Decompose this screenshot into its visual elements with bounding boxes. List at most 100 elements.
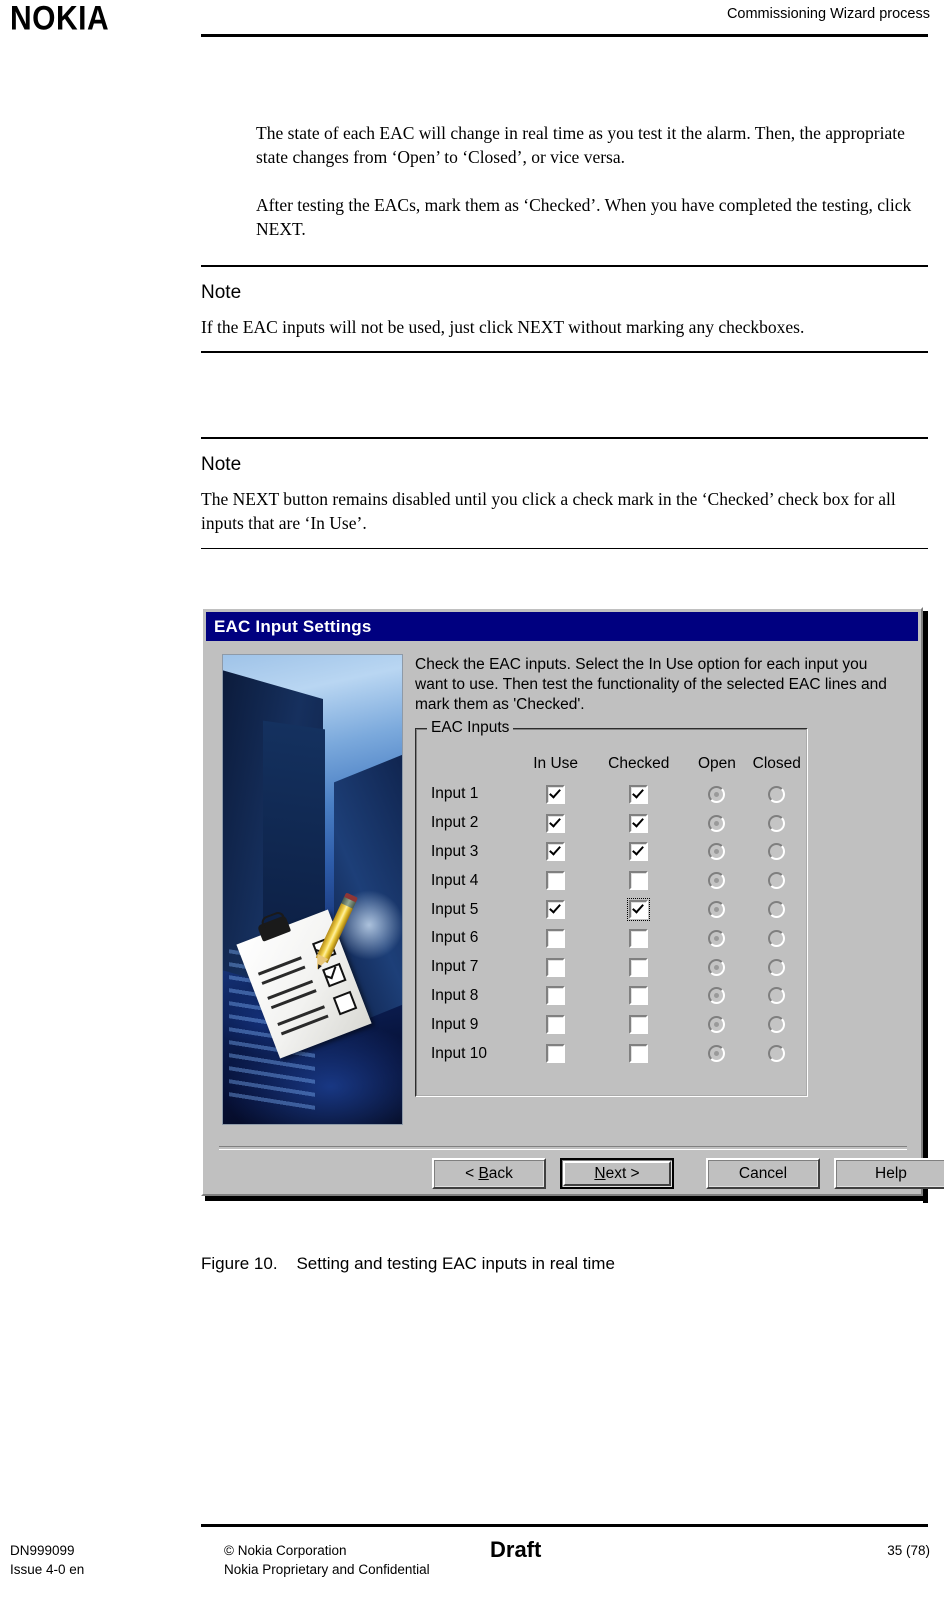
checked-checkbox-focus-ring [627, 927, 650, 950]
checked-checkbox-focus-ring [627, 869, 650, 892]
in-use-cell [520, 1015, 591, 1035]
page-footer: DN999099 Issue 4-0 en © Nokia Corporatio… [0, 1524, 944, 1597]
checked-checkbox[interactable] [629, 1044, 649, 1064]
checked-checkbox[interactable] [629, 986, 649, 1006]
checked-checkbox[interactable] [629, 842, 649, 862]
checked-checkbox[interactable] [629, 957, 649, 977]
checked-checkbox[interactable] [629, 928, 649, 948]
next-button-label: Next > [594, 1164, 640, 1182]
in-use-cell [520, 871, 591, 891]
closed-radio[interactable] [768, 872, 786, 890]
in-use-checkbox[interactable] [546, 928, 566, 948]
next-button[interactable]: Next > [560, 1158, 674, 1189]
closed-cell [748, 814, 806, 832]
open-radio[interactable] [708, 1044, 726, 1062]
in-use-checkbox[interactable] [546, 957, 566, 977]
closed-radio[interactable] [768, 1016, 786, 1034]
dialog-button-bar: < Back Next > Cancel Help [432, 1158, 944, 1189]
footer-doc-number: DN999099 [10, 1543, 75, 1558]
closed-radio[interactable] [768, 843, 786, 861]
note-block-2: Note The NEXT button remains disabled un… [201, 437, 928, 549]
header-divider [201, 34, 928, 37]
figure-caption-text: Setting and testing EAC inputs in real t… [296, 1254, 615, 1273]
dialog-titlebar: EAC Input Settings [206, 612, 918, 641]
eac-input-row: Input 3 [417, 838, 806, 867]
in-use-checkbox[interactable] [546, 871, 566, 891]
eac-input-label: Input 6 [431, 929, 479, 947]
checked-checkbox[interactable] [629, 871, 649, 891]
figure-screenshot: EAC Input Settings Check the EAC inputs.… [201, 607, 944, 1203]
eac-input-row: Input 6 [417, 924, 806, 953]
next-button-inner: Next > [563, 1161, 671, 1186]
checked-checkbox[interactable] [629, 813, 649, 833]
footer-status: Draft [490, 1537, 542, 1562]
open-radio[interactable] [708, 843, 726, 861]
open-radio[interactable] [708, 987, 726, 1005]
open-radio[interactable] [708, 814, 726, 832]
closed-radio[interactable] [768, 987, 786, 1005]
in-use-checkbox[interactable] [546, 784, 566, 804]
in-use-checkbox[interactable] [546, 813, 566, 833]
help-button-label: Help [875, 1164, 907, 1182]
footer-copyright: © Nokia Corporation [224, 1543, 347, 1558]
closed-radio[interactable] [768, 1044, 786, 1062]
checked-checkbox-focus-ring [627, 783, 650, 806]
intro-paragraph-2: After testing the EACs, mark them as ‘Ch… [256, 194, 912, 240]
checked-checkbox-focus-ring [627, 956, 650, 979]
closed-radio[interactable] [768, 958, 786, 976]
eac-input-label: Input 2 [431, 814, 479, 832]
wizard-illustration-image [222, 654, 403, 1125]
eac-inputs-groupbox: EAC Inputs In Use Checked Open Closed In… [415, 719, 808, 1097]
in-use-checkbox[interactable] [546, 986, 566, 1006]
checked-checkbox[interactable] [629, 784, 649, 804]
eac-input-row: Input 4 [417, 866, 806, 895]
in-use-checkbox[interactable] [546, 900, 566, 920]
in-use-cell [520, 1044, 591, 1064]
closed-cell [748, 900, 806, 919]
open-radio[interactable] [708, 900, 726, 918]
in-use-cell [520, 928, 591, 948]
eac-input-label: Input 3 [431, 842, 479, 860]
open-cell [686, 785, 747, 803]
back-button-label: < Back [465, 1164, 513, 1182]
back-button[interactable]: < Back [432, 1158, 546, 1189]
eac-input-label: Input 5 [431, 900, 479, 918]
checked-cell [591, 783, 686, 806]
checked-checkbox[interactable] [629, 900, 649, 920]
note-top-rule [201, 265, 928, 267]
closed-cell [748, 843, 806, 861]
open-radio[interactable] [708, 929, 726, 947]
open-radio[interactable] [708, 1016, 726, 1034]
closed-radio[interactable] [768, 929, 786, 947]
closed-cell [748, 1044, 806, 1063]
in-use-checkbox[interactable] [546, 1015, 566, 1035]
dialog-drop-shadow-right [923, 611, 928, 1203]
checked-checkbox-focus-ring [627, 984, 650, 1007]
open-cell [686, 929, 747, 947]
help-button[interactable]: Help [834, 1158, 944, 1189]
closed-radio[interactable] [768, 785, 786, 803]
checked-checkbox-focus-ring [627, 1013, 650, 1036]
in-use-checkbox[interactable] [546, 842, 566, 862]
eac-inputs-legend: EAC Inputs [427, 719, 514, 737]
closed-cell [748, 872, 806, 890]
footer-document-id: DN999099 Issue 4-0 en [10, 1541, 84, 1579]
open-radio[interactable] [708, 872, 726, 890]
eac-input-label: Input 9 [431, 1015, 479, 1033]
page-header: NOKIA Commissioning Wizard process [0, 0, 944, 44]
checked-cell [591, 840, 686, 863]
closed-radio[interactable] [768, 814, 786, 832]
open-cell [686, 1016, 747, 1034]
closed-radio[interactable] [768, 900, 786, 918]
open-radio[interactable] [708, 785, 726, 803]
intro-paragraph-1: The state of each EAC will change in rea… [256, 122, 905, 168]
cancel-button[interactable]: Cancel [706, 1158, 820, 1189]
checked-checkbox[interactable] [629, 1015, 649, 1035]
checked-checkbox-focus-ring [627, 812, 650, 835]
open-radio[interactable] [708, 958, 726, 976]
check-icon [325, 964, 337, 980]
eac-input-settings-dialog: EAC Input Settings Check the EAC inputs.… [201, 607, 944, 1196]
open-cell [686, 872, 747, 890]
checked-cell [591, 956, 686, 979]
in-use-checkbox[interactable] [546, 1044, 566, 1064]
